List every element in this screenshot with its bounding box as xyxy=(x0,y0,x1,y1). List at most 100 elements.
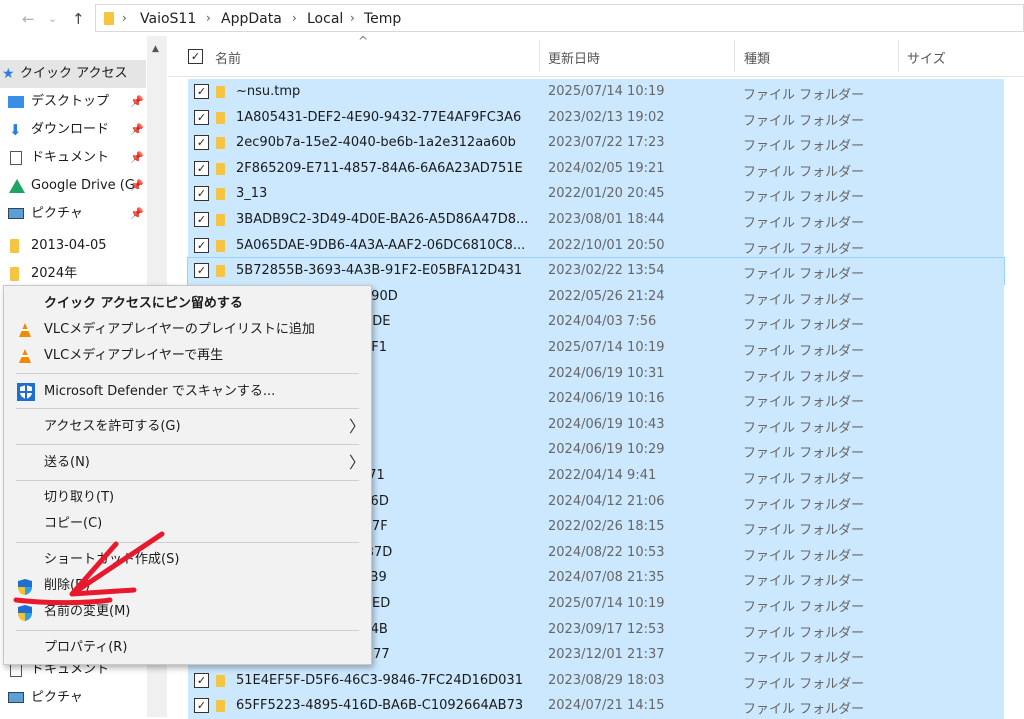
sidebar-item-pictures[interactable]: ピクチャ xyxy=(0,200,146,228)
column-divider[interactable] xyxy=(898,40,899,72)
file-date: 2022/05/26 21:24 xyxy=(548,288,665,304)
file-type: ファイル フォルダー xyxy=(743,139,865,155)
sidebar-item-label: 2013-04-05 xyxy=(31,238,107,253)
column-header-type[interactable]: 種類 xyxy=(744,48,770,67)
breadcrumb-separator[interactable]: › xyxy=(122,11,127,25)
file-date: 2025/07/14 10:19 xyxy=(548,340,665,355)
file-type: ファイル フォルダー xyxy=(743,369,865,385)
menu-divider xyxy=(16,408,359,409)
row-checkbox[interactable]: ✓ xyxy=(194,237,209,253)
menu-item-give-access[interactable]: アクセスを許可する(G) 〉 xyxy=(4,414,369,440)
row-checkbox[interactable]: ✓ xyxy=(194,212,209,227)
folder-icon xyxy=(10,267,19,281)
row-checkbox[interactable]: ✓ xyxy=(194,135,209,151)
column-header-bar: ^ ✓ 名前 更新日時 種類 サイズ xyxy=(168,34,1024,77)
sidebar-item-2024[interactable]: 2024年 xyxy=(0,260,146,288)
column-divider[interactable] xyxy=(734,40,735,72)
sidebar-item-2013-04-05[interactable]: 2013-04-05 xyxy=(0,232,146,260)
menu-item-send-to[interactable]: 送る(N) 〉 xyxy=(4,450,369,476)
row-checkbox[interactable]: ✓ xyxy=(194,263,209,279)
menu-item-vlc-play[interactable]: VLCメディアプレイヤーで再生 xyxy=(4,343,369,369)
file-date: 2023/12/01 21:37 xyxy=(548,647,665,663)
download-icon: ⬇ xyxy=(9,121,22,139)
menu-item-vlc-playlist[interactable]: VLCメディアプレイヤーのプレイリストに追加 xyxy=(4,317,369,343)
file-type: ファイル フォルダー xyxy=(743,651,865,667)
menu-item-cut[interactable]: 切り取り(T) xyxy=(4,485,369,511)
vlc-cone-icon xyxy=(16,322,34,338)
star-icon: ★ xyxy=(2,66,15,82)
breadcrumb-separator[interactable]: › xyxy=(206,11,211,25)
file-type: ファイル フォルダー xyxy=(743,267,865,283)
file-type: ファイル フォルダー xyxy=(743,574,865,590)
table-row[interactable]: ✓ 1A805431-DEF2-4E90-9432-77E4AF9FC3A6 202… xyxy=(188,104,1004,131)
menu-item-pin-quick-access[interactable]: クイック アクセスにピン留めする xyxy=(4,291,369,317)
menu-item-copy[interactable]: コピー(C) xyxy=(4,511,369,537)
menu-item-create-shortcut[interactable]: ショートカット作成(S) xyxy=(4,547,369,573)
sidebar-item-desktop[interactable]: デスクトップ xyxy=(0,88,146,116)
row-checkbox[interactable]: ✓ xyxy=(194,698,209,714)
column-header-name[interactable]: 名前 xyxy=(215,48,241,67)
row-checkbox[interactable]: ✓ xyxy=(194,160,209,176)
sidebar-item-label: クイック アクセス xyxy=(20,66,128,81)
sidebar-item-pictures[interactable]: ピクチャ xyxy=(0,684,146,712)
sidebar-item-label: ドキュメント xyxy=(31,150,110,165)
breadcrumb-vaios11[interactable]: VaioS11 xyxy=(140,11,196,27)
file-type: ファイル フォルダー xyxy=(743,497,865,513)
menu-item-delete[interactable]: 削除(D) xyxy=(4,573,369,599)
menu-item-properties[interactable]: プロパティ(R) xyxy=(4,635,369,661)
table-row[interactable]: ✓ 5A065DAE-9DB6-4A3A-AAF2-06DC6810C8... 20… xyxy=(188,232,1004,259)
sidebar-item-quick-access[interactable]: ★ クイック アクセス xyxy=(0,60,146,88)
file-date: 2023/02/22 13:54 xyxy=(548,263,665,279)
address-bar[interactable]: › VaioS11 › AppData › Local › Temp xyxy=(95,4,1024,32)
table-row[interactable]: ✓ 5B72855B-3693-4A3B-91F2-E05BFA12D431 202… xyxy=(187,257,1005,286)
row-checkbox[interactable]: ✓ xyxy=(194,109,209,125)
file-date: 2023/07/22 17:23 xyxy=(548,135,665,151)
table-row[interactable]: ✓ 65FF5223-4895-416D-BA6B-C1092664AB73 202… xyxy=(188,693,1004,719)
breadcrumb-separator[interactable]: › xyxy=(350,11,355,25)
table-row[interactable]: ✓ 51E4EF5F-D5F6-46C3-9846-7FC24D16D031 202… xyxy=(188,667,1004,694)
menu-item-label: VLCメディアプレイヤーで再生 xyxy=(44,348,224,363)
defender-shield-icon xyxy=(16,382,35,401)
sidebar-item-downloads[interactable]: ⬇ ダウンロード xyxy=(0,116,146,144)
column-header-date[interactable]: 更新日時 xyxy=(548,48,600,67)
menu-item-label: プロパティ(R) xyxy=(44,640,128,655)
sidebar-item-label: ピクチャ xyxy=(31,690,83,705)
table-row[interactable]: ✓ 3_13 2022/01/20 20:45 ファイル フォルダー xyxy=(188,181,1004,208)
submenu-arrow-icon: 〉 xyxy=(349,453,366,472)
back-arrow-icon[interactable]: ← xyxy=(22,10,35,28)
file-name: 51E4EF5F-D5F6-46C3-9846-7FC24D16D031 xyxy=(236,672,523,688)
select-all-checkbox[interactable]: ✓ xyxy=(188,49,203,64)
file-date: 2022/04/14 9:41 xyxy=(548,468,657,483)
column-header-size[interactable]: サイズ xyxy=(907,48,946,67)
file-type: ファイル フォルダー xyxy=(743,420,865,436)
file-date: 2022/10/01 20:50 xyxy=(548,237,665,253)
breadcrumb-separator[interactable]: › xyxy=(292,11,297,25)
pin-icon: 📌 xyxy=(130,179,144,192)
up-arrow-icon[interactable]: ↑ xyxy=(72,10,85,28)
sidebar-item-google-drive[interactable]: Google Drive (G xyxy=(0,172,146,200)
row-checkbox[interactable]: ✓ xyxy=(194,672,209,688)
menu-item-label: 削除(D) xyxy=(44,578,91,593)
file-date: 2025/07/14 10:19 xyxy=(548,596,665,611)
menu-item-label: 送る(N) xyxy=(44,455,90,470)
row-checkbox[interactable]: ✓ xyxy=(194,186,209,202)
breadcrumb-local[interactable]: Local xyxy=(307,11,343,27)
recent-dropdown-icon[interactable]: ⌄ xyxy=(48,12,57,25)
table-row[interactable]: ✓ ~nsu.tmp 2025/07/14 10:19 ファイル フォルダー xyxy=(188,79,1004,105)
scroll-up-icon[interactable]: ▲ xyxy=(152,44,159,54)
menu-item-defender-scan[interactable]: Microsoft Defender でスキャンする... xyxy=(4,379,369,405)
document-icon xyxy=(10,151,22,165)
breadcrumb-appdata[interactable]: AppData xyxy=(221,11,282,27)
menu-item-rename[interactable]: 名前の変更(M) xyxy=(4,599,369,625)
file-date: 2024/08/22 10:53 xyxy=(548,544,665,560)
folder-icon xyxy=(216,239,225,252)
table-row[interactable]: ✓ 3BADB9C2-3D49-4D0E-BA26-A5D86A47D8... 20… xyxy=(188,207,1004,233)
table-row[interactable]: ✓ 2ec90b7a-15e2-4040-be6b-1a2e312aa60b 202… xyxy=(188,130,1004,157)
menu-item-label: VLCメディアプレイヤーのプレイリストに追加 xyxy=(44,322,315,337)
breadcrumb-temp[interactable]: Temp xyxy=(364,11,401,27)
column-divider[interactable] xyxy=(539,40,540,72)
table-row[interactable]: ✓ 2F865209-E711-4857-84A6-6A6A23AD751E 202… xyxy=(188,155,1004,182)
row-checkbox[interactable]: ✓ xyxy=(194,84,209,99)
file-date: 2023/02/13 19:02 xyxy=(548,109,665,125)
sidebar-item-documents[interactable]: ドキュメント xyxy=(0,144,146,172)
